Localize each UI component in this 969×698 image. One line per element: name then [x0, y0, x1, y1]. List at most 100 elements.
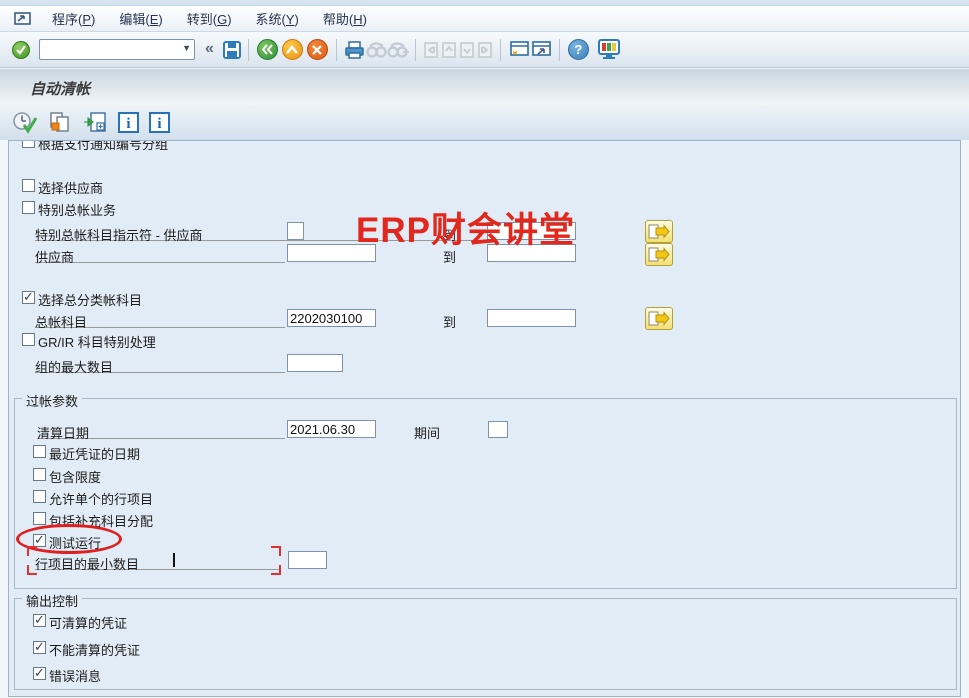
field-label-sgl-indicator: 特别总帐科目指示符 - 供应商: [35, 225, 203, 244]
checkbox-grir-special[interactable]: [22, 333, 35, 346]
checkbox-permit-individual-items[interactable]: [33, 490, 46, 503]
menu-item-edit[interactable]: 编辑(E): [107, 7, 174, 30]
menu-item-goto[interactable]: 转到(G): [175, 7, 244, 30]
execute-icon[interactable]: [12, 111, 38, 134]
collapse-toolbar-icon[interactable]: «: [205, 40, 214, 58]
annotation-corner-mark: [27, 546, 37, 556]
first-page-icon: [422, 41, 440, 59]
cancel-button[interactable]: [307, 39, 328, 60]
page-title: 自动清帐: [30, 78, 90, 99]
checkbox-date-last-document[interactable]: [33, 445, 46, 458]
sap-window: 程序(P) 编辑(E) 转到(G) 系统(Y) 帮助(H) ▼ «: [0, 0, 969, 698]
field-label-max-groups: 组的最大数目: [35, 357, 113, 376]
checkbox-select-vendors[interactable]: [22, 179, 35, 192]
checkbox-label: 错误消息: [49, 666, 101, 685]
clearing-date-field[interactable]: [287, 420, 376, 438]
selection-screen-content: 根据支付通知编号分组 选择供应商 特别总帐业务 特别总帐科目指示符 - 供应商 …: [0, 141, 969, 696]
min-items-field[interactable]: [288, 551, 327, 569]
info-icon[interactable]: i: [149, 112, 170, 133]
field-label-min-items: 行项目的最小数目: [35, 554, 139, 573]
menu-item-help[interactable]: 帮助(H): [311, 7, 379, 30]
checkbox-payment-advice-grouping[interactable]: [22, 141, 35, 148]
toolbar-separator: [415, 39, 416, 61]
checkbox-include-suppl-assignment[interactable]: [33, 512, 46, 525]
menu-item-system[interactable]: 系统(Y): [244, 7, 311, 30]
checkbox-label: 根据支付通知编号分组: [38, 141, 168, 153]
checkbox-special-gl[interactable]: [22, 201, 35, 214]
svg-text:i: i: [126, 116, 130, 132]
create-shortcut-icon[interactable]: [530, 40, 553, 59]
customize-layout-icon[interactable]: [597, 39, 621, 60]
multiple-selection-button[interactable]: [645, 220, 673, 243]
checkbox-label: 允许单个的行项目: [49, 489, 153, 508]
print-icon[interactable]: [343, 40, 365, 60]
checkbox-label: GR/IR 科目特别处理: [38, 332, 156, 351]
sgl-indicator-from-field[interactable]: [287, 222, 304, 240]
toolbar-separator: [336, 39, 337, 61]
multiple-selection-button[interactable]: [645, 307, 673, 330]
menu-text: 转到(: [187, 12, 217, 27]
max-groups-field[interactable]: [287, 354, 343, 372]
find-icon: [365, 41, 387, 58]
help-icon[interactable]: ?: [568, 39, 589, 60]
info-icon[interactable]: i: [118, 112, 139, 133]
groupbox-title: 输出控制: [22, 591, 82, 610]
text-cursor: [173, 553, 175, 567]
command-input[interactable]: [42, 41, 172, 58]
menu-access-key: Y: [286, 12, 295, 27]
back-button[interactable]: [257, 39, 278, 60]
command-field[interactable]: ▼: [39, 39, 195, 60]
multiple-selection-icon: [648, 224, 670, 239]
output-control-groupbox: [14, 598, 957, 690]
to-label: 到: [443, 312, 456, 331]
get-variant-icon[interactable]: [48, 111, 72, 134]
multiple-selection-button[interactable]: [645, 243, 673, 266]
menu-text: 帮助(: [323, 12, 353, 27]
toolbar-separator: [248, 39, 249, 61]
title-band: 自动清帐: [0, 69, 969, 105]
enter-button[interactable]: [12, 41, 30, 59]
period-label: 期间: [414, 423, 440, 442]
menu-text: 编辑(: [119, 12, 149, 27]
checkbox-not-clearable-documents[interactable]: [33, 641, 46, 654]
checkbox-label: 可清算的凭证: [49, 613, 127, 632]
checkbox-label: 选择总分类帐科目: [38, 290, 142, 309]
watermark-text: ERP财会讲堂: [356, 202, 575, 253]
find-next-icon: [387, 41, 409, 58]
exit-up-button[interactable]: [282, 39, 303, 60]
multiple-selection-icon: [648, 311, 670, 326]
menu-text: ): [295, 12, 299, 27]
menu-item-program[interactable]: 程序(P): [40, 7, 107, 30]
menu-access-key: G: [217, 12, 227, 27]
checkbox-label: 不能清算的凭证: [49, 640, 140, 659]
groupbox-title: 过帐参数: [22, 391, 82, 410]
checkbox-label: 选择供应商: [38, 178, 103, 197]
gl-account-to-field[interactable]: [487, 309, 576, 327]
toolbar-separator: [500, 39, 501, 61]
gl-account-from-field[interactable]: [287, 309, 376, 327]
menu-access-key: H: [353, 12, 362, 27]
command-dropdown-icon[interactable]: ▼: [182, 43, 191, 53]
period-field[interactable]: [488, 421, 508, 438]
save-icon[interactable]: [222, 40, 242, 60]
annotation-corner-mark: [27, 565, 37, 575]
svg-text:i: i: [157, 116, 161, 132]
new-session-icon[interactable]: [507, 40, 530, 59]
menu-text: 系统(: [256, 12, 286, 27]
checkbox-label: 最近凭证的日期: [49, 444, 140, 463]
checkbox-clearable-documents[interactable]: [33, 614, 46, 627]
checkbox-select-gl-accounts[interactable]: [22, 291, 35, 304]
menu-text: 程序(: [52, 12, 82, 27]
checkbox-label: 包含限度: [49, 467, 101, 486]
toolbar-separator: [559, 39, 560, 61]
menu-text: ): [363, 12, 367, 27]
checkbox-include-tolerances[interactable]: [33, 468, 46, 481]
dynamic-selections-icon[interactable]: [82, 111, 108, 134]
system-menu-icon[interactable]: [12, 10, 34, 28]
menu-text: ): [158, 12, 162, 27]
menu-bar: 程序(P) 编辑(E) 转到(G) 系统(Y) 帮助(H): [0, 6, 969, 32]
multiple-selection-icon: [648, 247, 670, 262]
application-toolbar: i i: [0, 105, 969, 140]
annotation-corner-mark: [271, 546, 281, 556]
checkbox-error-messages[interactable]: [33, 667, 46, 680]
